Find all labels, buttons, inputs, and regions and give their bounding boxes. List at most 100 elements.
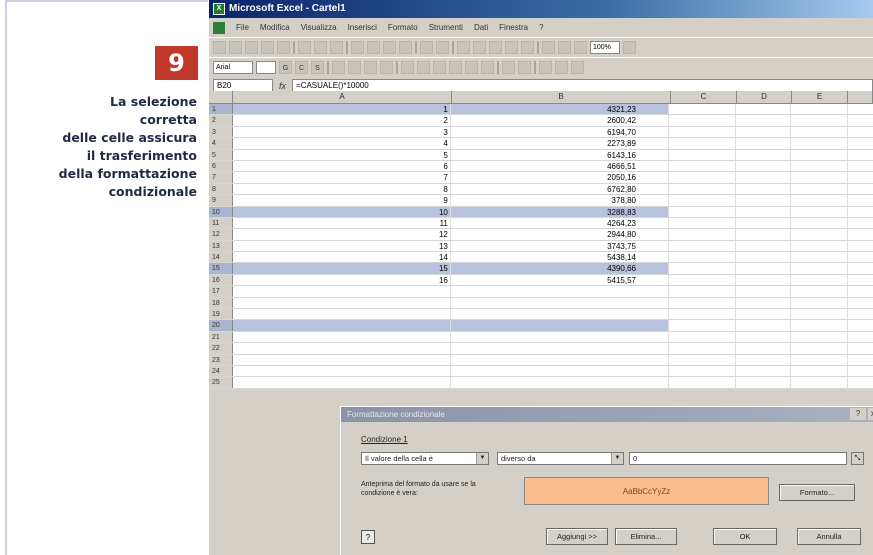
condition-type-select[interactable]: Il valore della cella è ▼	[361, 452, 489, 465]
cell-d[interactable]	[735, 252, 792, 263]
help-icon[interactable]	[623, 41, 636, 54]
print-icon[interactable]	[298, 41, 311, 54]
cell-c[interactable]	[668, 343, 736, 354]
row-header[interactable]: 5	[209, 149, 233, 160]
cell-f[interactable]	[848, 252, 873, 263]
cell-a[interactable]	[232, 331, 451, 343]
cell-e[interactable]	[791, 286, 849, 297]
cell-b[interactable]	[450, 343, 669, 354]
ok-button[interactable]: OK	[713, 528, 777, 545]
cell-a[interactable]: 6	[232, 160, 451, 172]
cell-c[interactable]	[668, 252, 736, 263]
cell-f[interactable]	[848, 115, 873, 126]
cell-b[interactable]: 3288,83	[450, 206, 669, 217]
cell-b[interactable]	[450, 297, 669, 309]
cell-c[interactable]	[668, 115, 736, 126]
operator-select[interactable]: diverso da ▼	[497, 452, 624, 465]
row-header[interactable]: 8	[209, 183, 233, 195]
cell-a[interactable]	[232, 343, 451, 354]
cell-a[interactable]	[232, 354, 451, 365]
cell-d[interactable]	[735, 217, 792, 229]
cell-a[interactable]: 5	[232, 149, 451, 160]
cell-e[interactable]	[791, 115, 849, 126]
percent-icon[interactable]	[433, 61, 446, 74]
cell-c[interactable]	[668, 195, 736, 206]
cell-e[interactable]	[791, 104, 849, 115]
menu-inserisci[interactable]: Inserisci	[348, 23, 377, 32]
window-titlebar[interactable]: X Microsoft Excel - Cartel1	[209, 0, 873, 18]
cell-b[interactable]: 4321,23	[450, 104, 669, 115]
cell-d[interactable]	[735, 320, 792, 331]
sort-ascending-icon[interactable]	[505, 41, 518, 54]
print-preview-icon[interactable]	[314, 41, 327, 54]
format-painter-icon[interactable]	[399, 41, 412, 54]
cell-f[interactable]	[848, 263, 873, 274]
cell-d[interactable]	[735, 149, 792, 160]
cell-e[interactable]	[791, 354, 849, 365]
workbook-icon[interactable]	[213, 21, 225, 34]
cell-f[interactable]	[848, 297, 873, 309]
bold-icon[interactable]: G	[279, 61, 292, 74]
cell-b[interactable]: 2600,42	[450, 115, 669, 126]
column-header-e[interactable]: E	[792, 91, 848, 103]
chevron-down-icon[interactable]: ▼	[611, 453, 623, 464]
cell-e[interactable]	[791, 229, 849, 240]
cell-b[interactable]: 6762,80	[450, 183, 669, 195]
row-header[interactable]: 22	[209, 343, 233, 354]
cancel-button[interactable]: Annulla	[797, 528, 861, 545]
cell-d[interactable]	[735, 377, 792, 388]
cell-d[interactable]	[735, 126, 792, 138]
cell-c[interactable]	[668, 149, 736, 160]
cell-f[interactable]	[848, 354, 873, 365]
cell-b[interactable]: 2050,16	[450, 172, 669, 183]
cell-c[interactable]	[668, 126, 736, 138]
cell-e[interactable]	[791, 297, 849, 309]
increase-decimal-icon[interactable]	[465, 61, 478, 74]
cell-c[interactable]	[668, 172, 736, 183]
cell-f[interactable]	[848, 274, 873, 286]
cell-f[interactable]	[848, 104, 873, 115]
cell-f[interactable]	[848, 149, 873, 160]
cell-a[interactable]: 14	[232, 252, 451, 263]
cell-b[interactable]: 5415,57	[450, 274, 669, 286]
cell-f[interactable]	[848, 365, 873, 377]
dialog-close-button[interactable]: x	[868, 408, 873, 420]
assistant-help-icon[interactable]: ?	[361, 530, 375, 544]
search-icon[interactable]	[277, 41, 290, 54]
cell-c[interactable]	[668, 309, 736, 320]
cell-b[interactable]: 2273,89	[450, 138, 669, 149]
cell-c[interactable]	[668, 286, 736, 297]
cell-f[interactable]	[848, 331, 873, 343]
cell-c[interactable]	[668, 104, 736, 115]
underline-icon[interactable]: S	[311, 61, 324, 74]
row-header[interactable]: 13	[209, 240, 233, 252]
row-header[interactable]: 4	[209, 138, 233, 149]
row-header[interactable]: 10	[209, 206, 233, 217]
cell-e[interactable]	[791, 160, 849, 172]
cell-e[interactable]	[791, 320, 849, 331]
email-icon[interactable]	[261, 41, 274, 54]
merge-center-icon[interactable]	[380, 61, 393, 74]
cell-c[interactable]	[668, 377, 736, 388]
cell-f[interactable]	[848, 309, 873, 320]
drawing-icon[interactable]	[558, 41, 571, 54]
cell-d[interactable]	[735, 365, 792, 377]
row-header[interactable]: 17	[209, 286, 233, 297]
cell-f[interactable]	[848, 206, 873, 217]
cell-e[interactable]	[791, 365, 849, 377]
cell-c[interactable]	[668, 274, 736, 286]
cell-b[interactable]	[450, 354, 669, 365]
menu-formato[interactable]: Formato	[388, 23, 418, 32]
menu-visualizza[interactable]: Visualizza	[301, 23, 337, 32]
hyperlink-icon[interactable]	[457, 41, 470, 54]
cell-a[interactable]	[232, 320, 451, 331]
cell-b[interactable]: 2944,80	[450, 229, 669, 240]
cell-f[interactable]	[848, 160, 873, 172]
row-header[interactable]: 3	[209, 126, 233, 138]
dialog-titlebar[interactable]: Formattazione condizionale ? x	[341, 407, 873, 422]
menu-finestra[interactable]: Finestra	[499, 23, 528, 32]
sort-descending-icon[interactable]	[521, 41, 534, 54]
save-icon[interactable]	[245, 41, 258, 54]
add-button[interactable]: Aggiungi >>	[546, 528, 608, 545]
cell-f[interactable]	[848, 320, 873, 331]
